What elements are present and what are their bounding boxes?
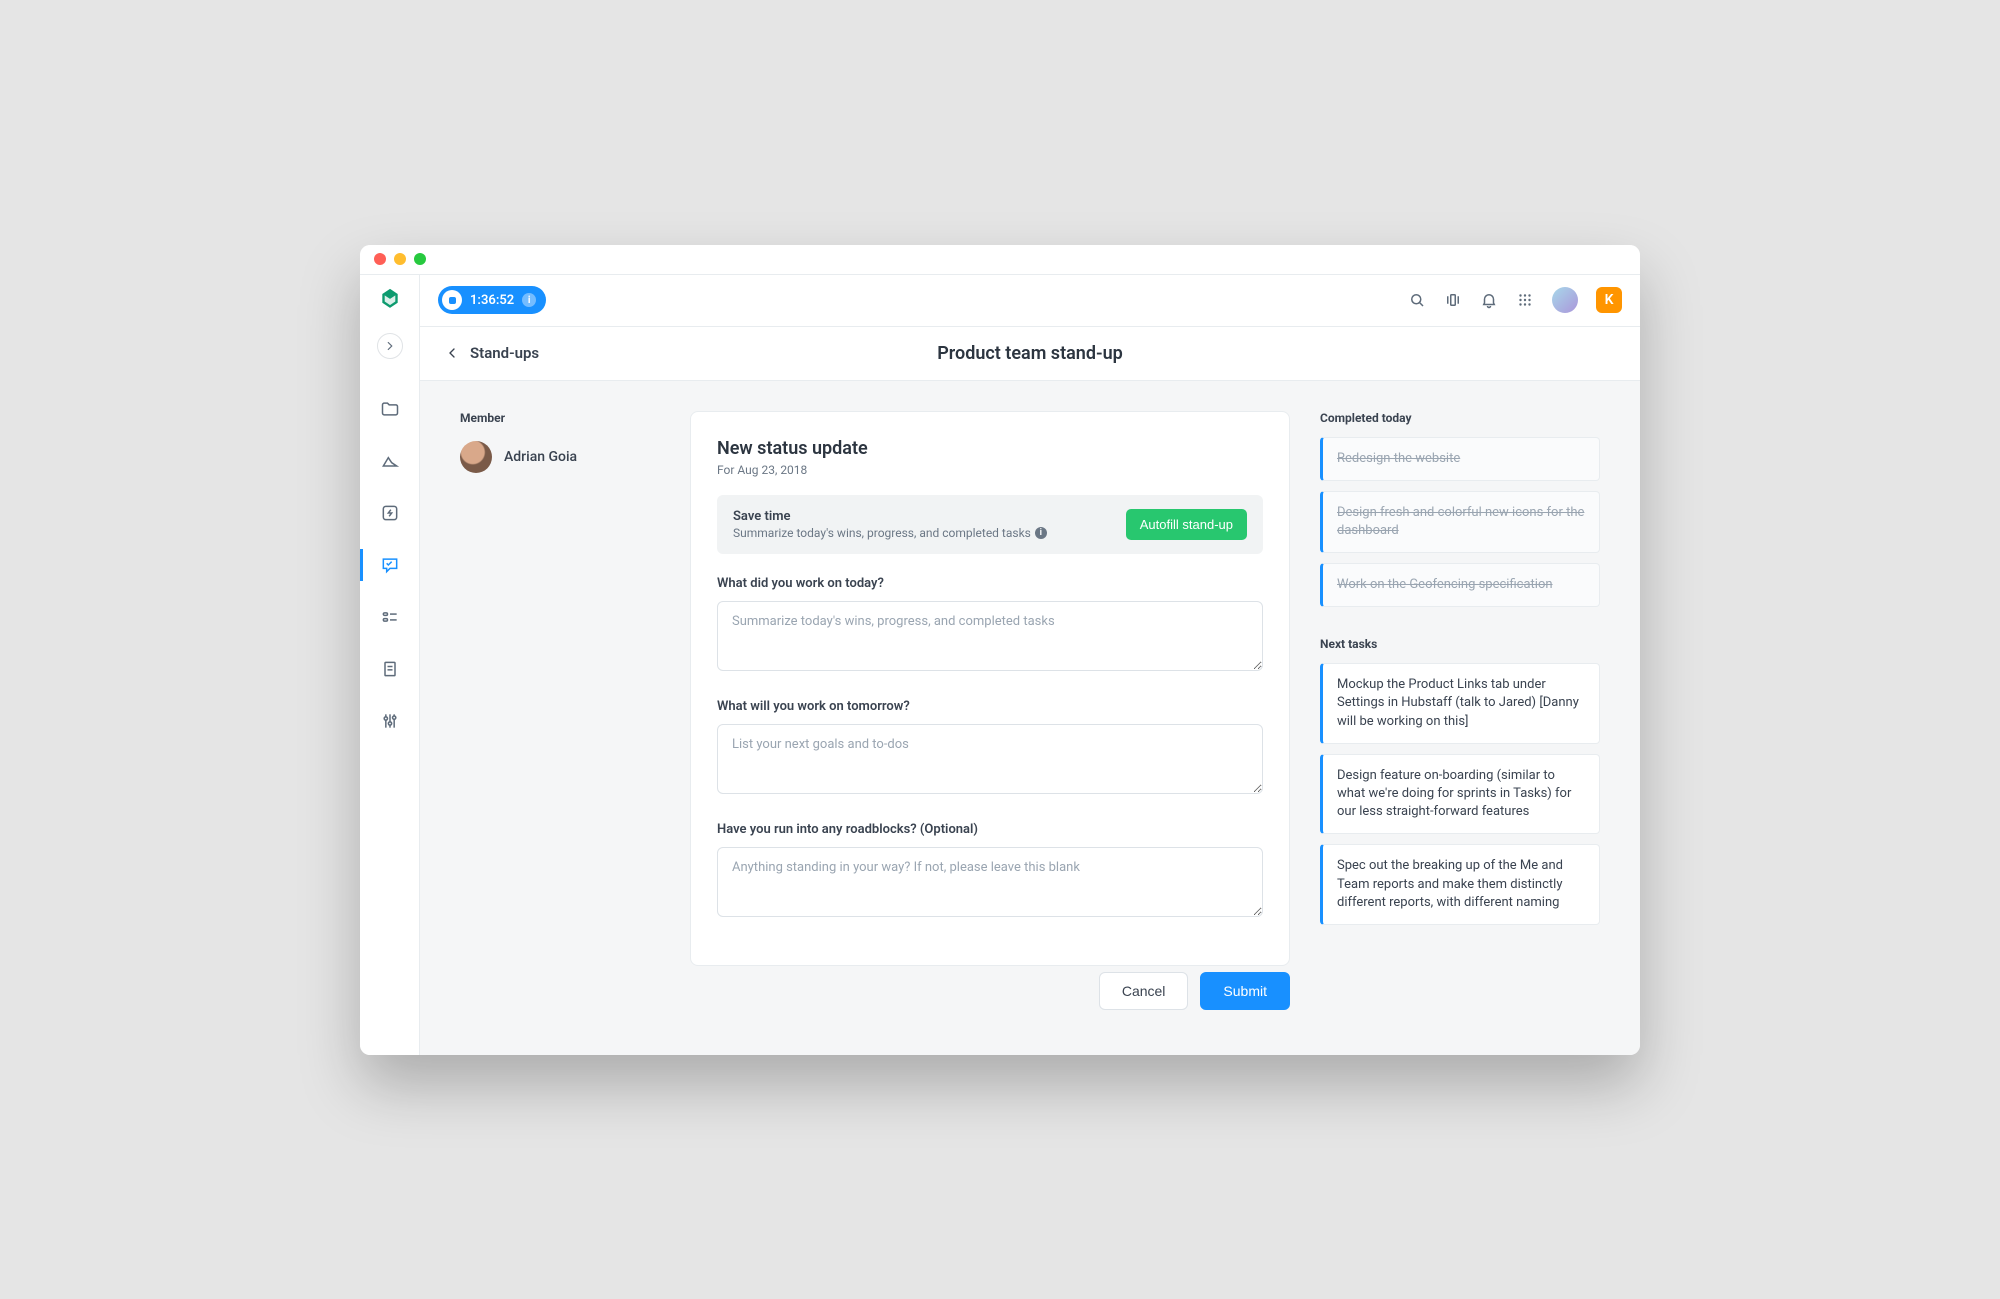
window-zoom-icon[interactable] [414, 253, 426, 265]
back-button[interactable]: Stand-ups [444, 344, 539, 362]
member-name: Adrian Goia [504, 449, 577, 465]
apps-grid-icon[interactable] [1516, 291, 1534, 309]
completed-label: Completed today [1320, 411, 1600, 425]
submit-button[interactable]: Submit [1200, 972, 1290, 1010]
app-logo-icon [377, 287, 403, 313]
autofill-button[interactable]: Autofill stand-up [1126, 509, 1247, 540]
bell-icon[interactable] [1480, 291, 1498, 309]
user-avatar[interactable] [1552, 287, 1578, 313]
sidebar-expand-button[interactable] [377, 333, 403, 359]
q2-input[interactable] [717, 724, 1263, 794]
nav-tasks[interactable] [360, 595, 419, 639]
q2-label: What will you work on tomorrow? [717, 699, 1263, 714]
q1-label: What did you work on today? [717, 576, 1263, 591]
nav-settings[interactable] [360, 699, 419, 743]
q1-input[interactable] [717, 601, 1263, 671]
info-icon[interactable]: i [1035, 527, 1047, 539]
completed-task[interactable]: Design fresh and colorful new icons for … [1320, 491, 1600, 553]
status-update-form: New status update For Aug 23, 2018 Save … [690, 411, 1290, 966]
q3-label: Have you run into any roadblocks? (Optio… [717, 822, 1263, 837]
completed-task[interactable]: Redesign the website [1320, 437, 1600, 481]
timer-pill[interactable]: 1:36:52 i [438, 286, 546, 314]
tip-title: Save time [733, 509, 1047, 524]
q3-input[interactable] [717, 847, 1263, 917]
org-badge[interactable]: K [1596, 287, 1622, 313]
completed-task[interactable]: Work on the Geofencing specification [1320, 563, 1600, 607]
member-avatar [460, 441, 492, 473]
nav-notes[interactable] [360, 647, 419, 691]
form-subtitle: For Aug 23, 2018 [717, 463, 1263, 477]
nav-activity[interactable] [360, 439, 419, 483]
next-task[interactable]: Spec out the breaking up of the Me and T… [1320, 844, 1600, 925]
next-task[interactable]: Mockup the Product Links tab under Setti… [1320, 663, 1600, 744]
next-task[interactable]: Design feature on-boarding (similar to w… [1320, 754, 1600, 835]
nav-projects[interactable] [360, 387, 419, 431]
left-sidebar [360, 275, 420, 1055]
topbar: 1:36:52 i K [420, 275, 1640, 327]
content-area: Member Adrian Goia New status update For… [420, 381, 1640, 1055]
timer-value: 1:36:52 [470, 293, 514, 308]
breadcrumb-label: Stand-ups [470, 344, 539, 362]
tip-desc: Summarize today's wins, progress, and co… [733, 526, 1047, 540]
timer-info-icon[interactable]: i [522, 293, 536, 307]
window-minimize-icon[interactable] [394, 253, 406, 265]
search-icon[interactable] [1408, 291, 1426, 309]
nav-power[interactable] [360, 491, 419, 535]
member-label: Member [460, 411, 660, 425]
nav-standups[interactable] [360, 543, 419, 587]
window-close-icon[interactable] [374, 253, 386, 265]
page-title: Product team stand-up [937, 343, 1123, 364]
autofill-tip: Save time Summarize today's wins, progre… [717, 495, 1263, 554]
form-title: New status update [717, 438, 1263, 459]
timer-stop-icon[interactable] [442, 290, 462, 310]
panels-icon[interactable] [1444, 291, 1462, 309]
window-titlebar [360, 245, 1640, 275]
breadcrumb-bar: Stand-ups Product team stand-up [420, 327, 1640, 381]
cancel-button[interactable]: Cancel [1099, 972, 1189, 1010]
app-window: 1:36:52 i K Stand-ups Product team s [360, 245, 1640, 1055]
member-row[interactable]: Adrian Goia [460, 441, 660, 473]
next-label: Next tasks [1320, 637, 1600, 651]
